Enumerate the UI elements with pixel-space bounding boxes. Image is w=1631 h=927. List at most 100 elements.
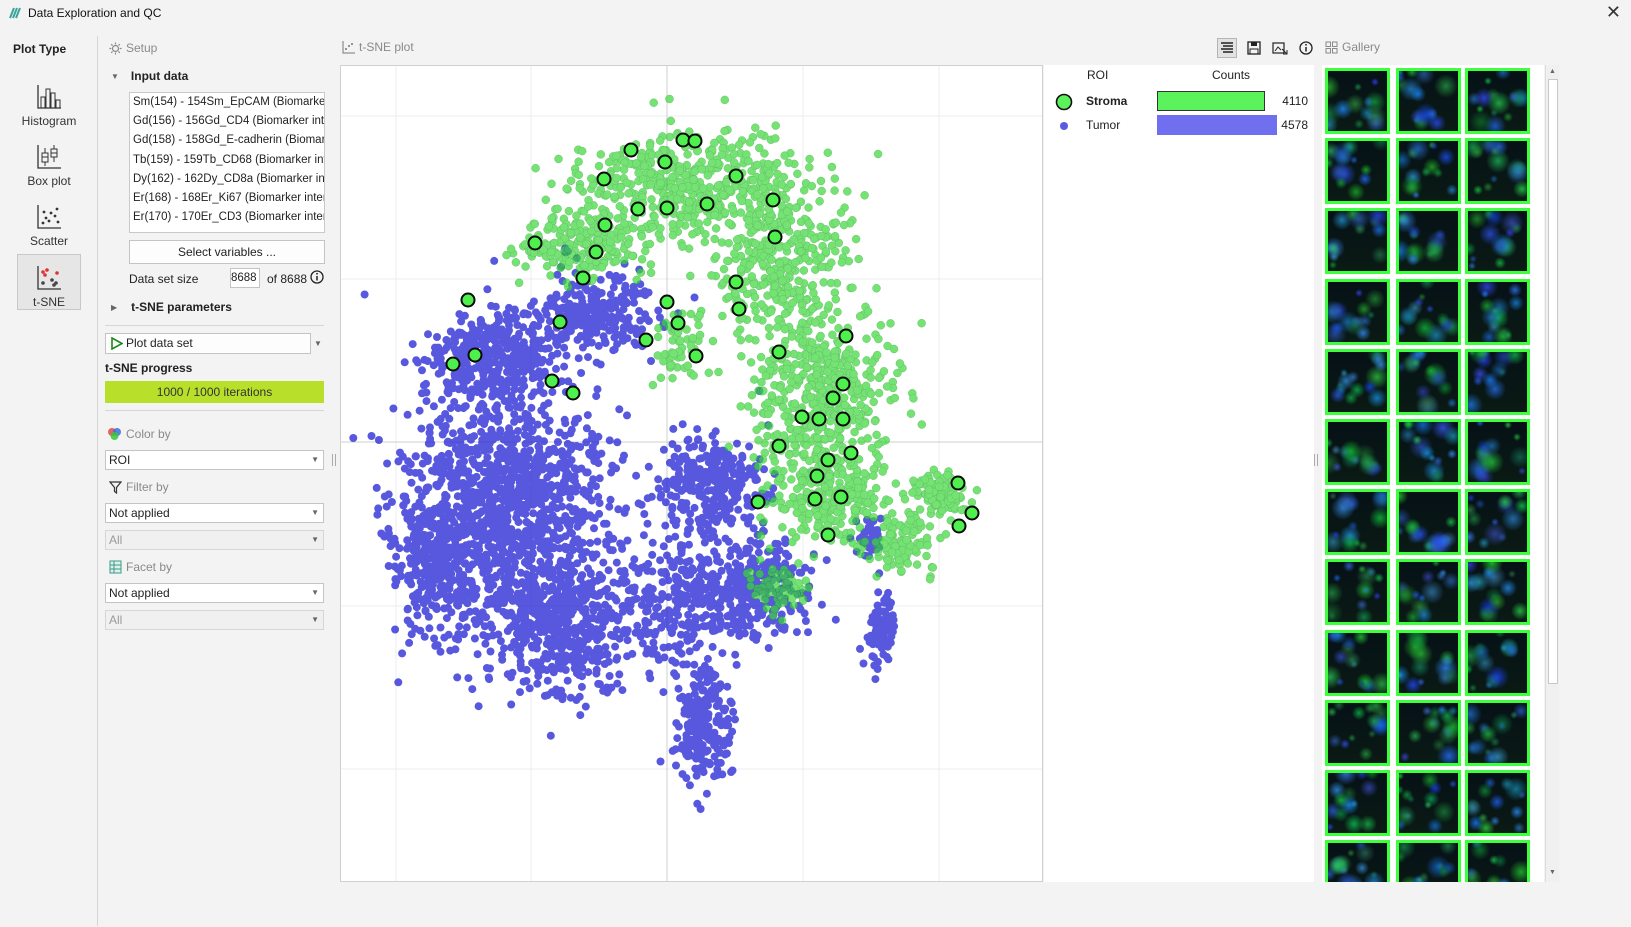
stroma-point[interactable] (717, 150, 727, 160)
tumor-point[interactable] (430, 634, 439, 643)
tumor-point[interactable] (603, 650, 612, 659)
tumor-point[interactable] (482, 664, 491, 672)
tumor-point[interactable] (723, 682, 732, 691)
stroma-point[interactable] (769, 272, 779, 282)
tumor-point[interactable] (708, 465, 717, 474)
tumor-point[interactable] (410, 532, 419, 540)
tumor-point[interactable] (654, 603, 662, 612)
stroma-point[interactable] (648, 202, 657, 212)
stroma-point[interactable] (746, 358, 756, 367)
stroma-point[interactable] (817, 262, 827, 272)
tumor-point[interactable] (407, 522, 416, 531)
stroma-point[interactable] (649, 98, 658, 107)
stroma-point[interactable] (827, 258, 836, 267)
stroma-point[interactable] (844, 256, 853, 266)
stroma-point[interactable] (645, 239, 655, 249)
stroma-point[interactable] (850, 427, 859, 437)
tumor-point[interactable] (703, 593, 711, 602)
stroma-point[interactable] (758, 259, 767, 269)
tumor-point[interactable] (746, 615, 755, 623)
stroma-point[interactable] (804, 203, 813, 212)
tumor-point[interactable] (689, 566, 698, 575)
tumor-point[interactable] (634, 499, 643, 508)
tumor-point[interactable] (493, 401, 502, 410)
tumor-point[interactable] (856, 644, 864, 653)
stroma-point[interactable] (700, 237, 709, 247)
tumor-point[interactable] (527, 362, 536, 371)
tumor-point[interactable] (599, 686, 608, 695)
tumor-point[interactable] (608, 546, 617, 555)
tumor-point[interactable] (616, 567, 625, 576)
tumor-point[interactable] (588, 429, 597, 438)
tumor-point[interactable] (681, 697, 690, 706)
tumor-point[interactable] (698, 614, 707, 622)
tumor-point[interactable] (690, 660, 699, 669)
tumor-point[interactable] (411, 624, 420, 633)
tumor-point[interactable] (497, 325, 506, 334)
tumor-point[interactable] (575, 584, 584, 593)
tumor-point[interactable] (392, 552, 401, 561)
stroma-point[interactable] (738, 187, 748, 196)
tumor-point[interactable] (654, 306, 663, 315)
tumor-point[interactable] (458, 330, 467, 339)
stroma-point[interactable] (782, 220, 792, 230)
stroma-point[interactable] (655, 136, 665, 145)
tumor-point[interactable] (467, 330, 476, 339)
stroma-point[interactable] (874, 388, 884, 398)
tumor-point[interactable] (724, 537, 733, 546)
stroma-point[interactable] (736, 264, 746, 274)
tumor-point[interactable] (445, 569, 454, 578)
tumor-point[interactable] (470, 634, 479, 643)
tumor-point[interactable] (752, 635, 761, 644)
stroma-point[interactable] (750, 292, 760, 302)
tumor-point[interactable] (622, 299, 631, 308)
tumor-point[interactable] (514, 427, 522, 435)
tumor-point[interactable] (561, 666, 570, 674)
tumor-point[interactable] (464, 565, 473, 574)
tumor-point[interactable] (676, 541, 685, 550)
tumor-point[interactable] (588, 306, 597, 315)
tumor-point[interactable] (493, 433, 502, 441)
stroma-point[interactable] (710, 210, 719, 220)
tumor-point[interactable] (515, 532, 524, 541)
tumor-point[interactable] (494, 467, 503, 476)
stroma-point[interactable] (577, 146, 587, 156)
tumor-point[interactable] (726, 567, 735, 576)
tumor-point[interactable] (671, 532, 680, 541)
tumor-point[interactable] (468, 685, 477, 694)
tumor-point[interactable] (534, 338, 543, 346)
tumor-point[interactable] (529, 369, 537, 378)
tumor-point[interactable] (654, 475, 663, 484)
tumor-point[interactable] (584, 668, 593, 677)
stroma-point[interactable] (719, 264, 729, 274)
tumor-point[interactable] (433, 417, 442, 426)
tumor-point[interactable] (713, 758, 722, 767)
tumor-point[interactable] (436, 647, 445, 656)
tumor-point[interactable] (659, 542, 668, 551)
tumor-point[interactable] (639, 531, 648, 540)
stroma-point[interactable] (668, 219, 677, 229)
tumor-point[interactable] (407, 478, 416, 487)
stroma-point[interactable] (718, 311, 727, 321)
tumor-point[interactable] (534, 672, 543, 681)
tumor-point[interactable] (517, 367, 526, 376)
tumor-point[interactable] (424, 330, 432, 339)
stroma-point[interactable] (612, 151, 621, 161)
tumor-point[interactable] (671, 658, 680, 667)
tumor-point[interactable] (578, 343, 587, 352)
stroma-point[interactable] (821, 225, 830, 234)
tumor-point[interactable] (460, 613, 469, 621)
tumor-point[interactable] (496, 444, 505, 453)
stroma-point[interactable] (725, 186, 734, 195)
tumor-point[interactable] (882, 597, 891, 606)
stroma-point[interactable] (778, 294, 788, 304)
tumor-point[interactable] (536, 380, 545, 389)
tumor-point[interactable] (485, 580, 493, 589)
tumor-point[interactable] (606, 495, 615, 504)
tumor-point[interactable] (678, 620, 686, 629)
stroma-point[interactable] (790, 399, 799, 408)
stroma-point[interactable] (620, 158, 629, 167)
tumor-point[interactable] (565, 627, 574, 636)
tumor-point[interactable] (460, 543, 469, 552)
stroma-point[interactable] (688, 230, 697, 239)
